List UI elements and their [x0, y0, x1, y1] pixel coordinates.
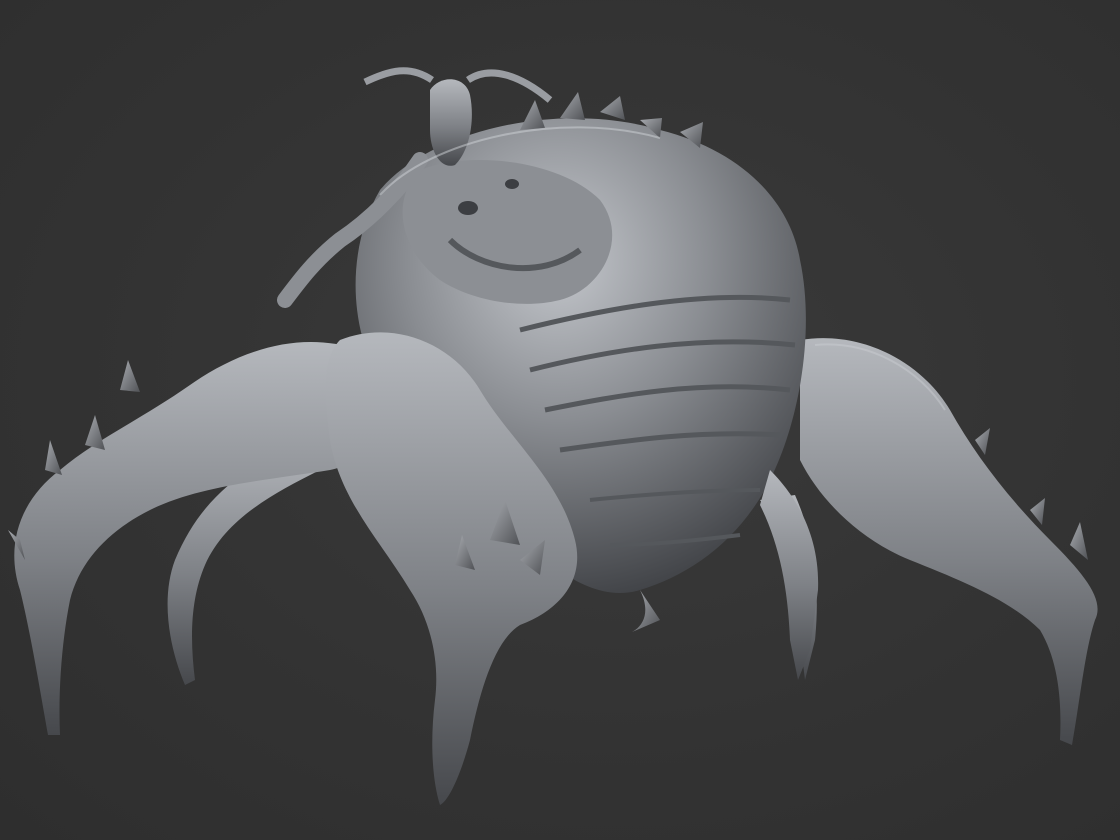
viewport-canvas[interactable]	[0, 0, 1120, 840]
creature-sculpt-icon	[8, 67, 1098, 805]
front-leg-right	[800, 338, 1098, 745]
mid-leg-right	[760, 470, 819, 680]
